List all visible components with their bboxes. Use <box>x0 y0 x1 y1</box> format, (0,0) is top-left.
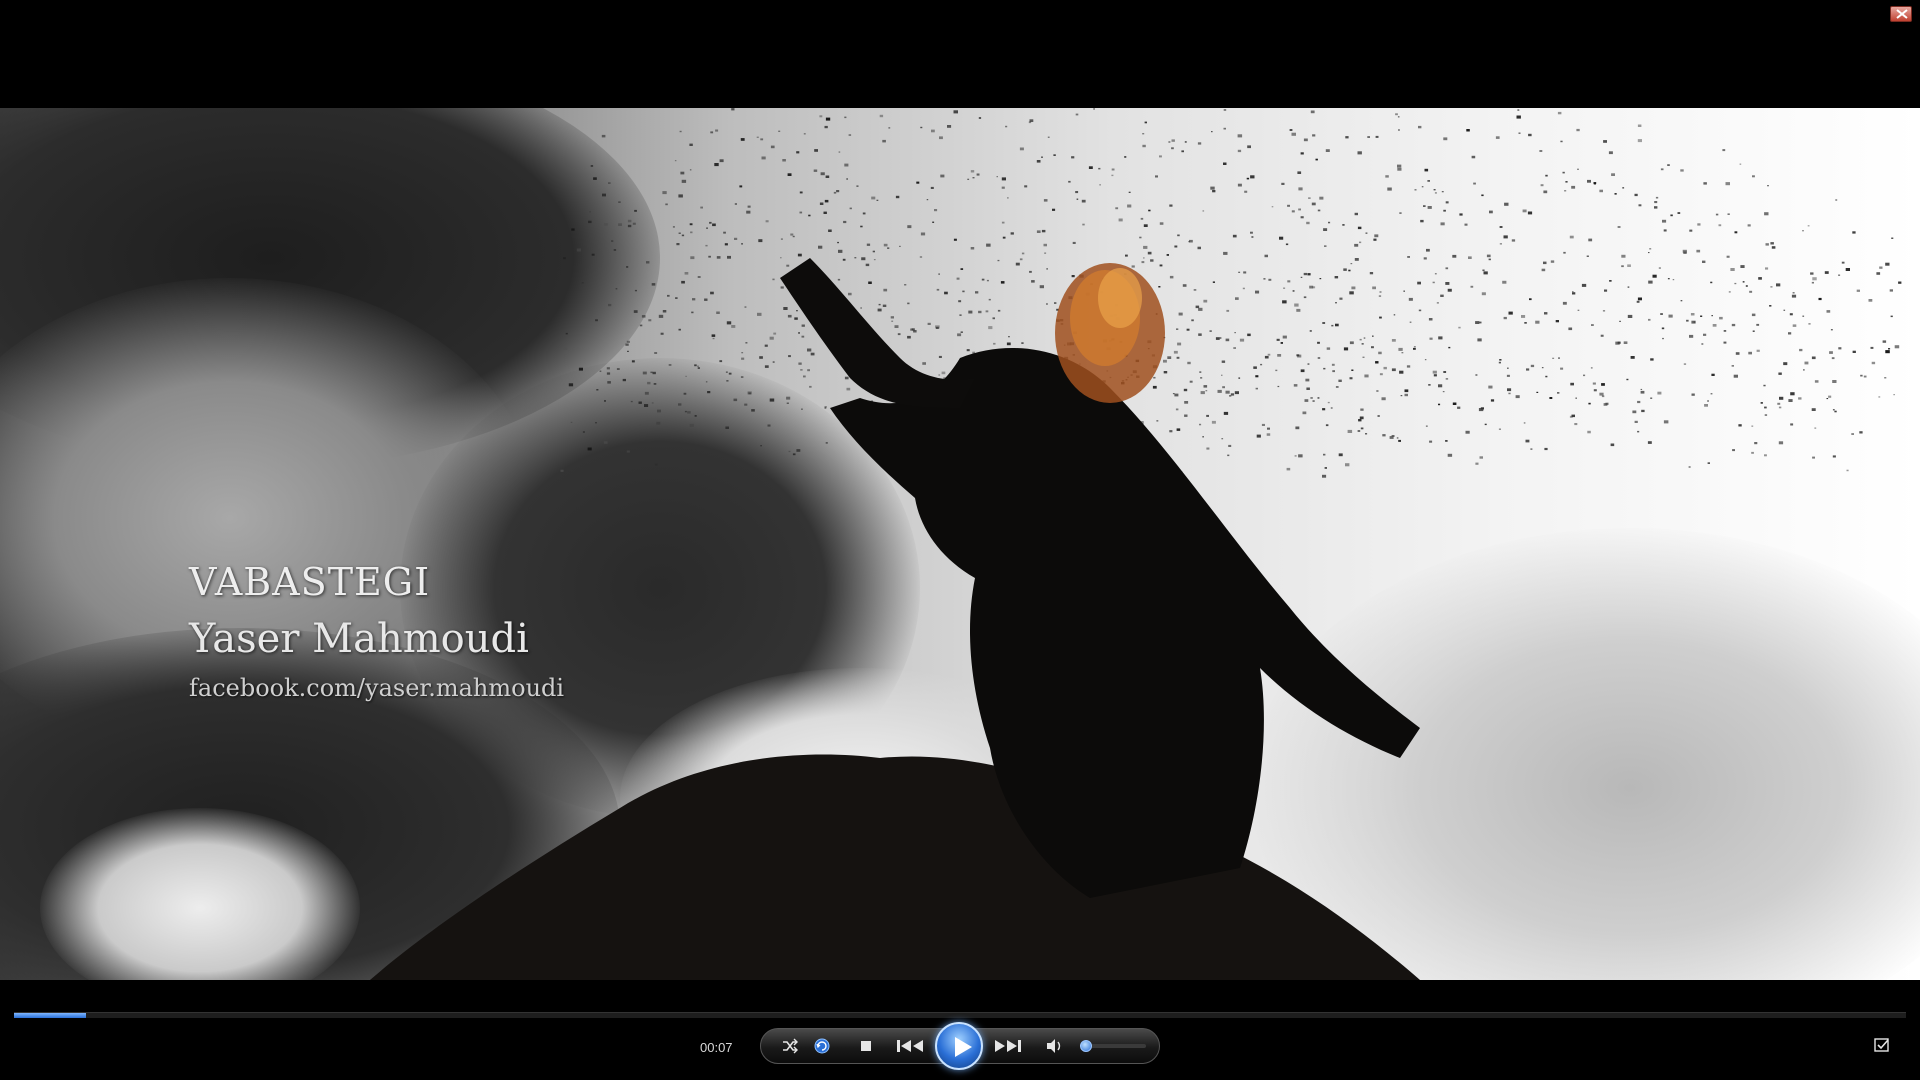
video-display[interactable]: VABASTEGI Yaser Mahmoudi facebook.com/ya… <box>0 108 1920 980</box>
video-overlay-artist: Yaser Mahmoudi <box>189 616 529 662</box>
stop-button[interactable] <box>856 1036 876 1056</box>
video-overlay-facebook: facebook.com/yaser.mahmoudi <box>189 674 565 702</box>
mute-button[interactable] <box>1044 1036 1064 1056</box>
next-button[interactable] <box>988 1032 1028 1060</box>
switch-to-library-button[interactable] <box>1874 1037 1890 1053</box>
close-button[interactable] <box>1890 6 1912 22</box>
dancer-silhouette <box>370 258 1420 980</box>
speaker-icon <box>1047 1039 1061 1053</box>
play-button[interactable] <box>935 1022 983 1070</box>
seek-bar[interactable] <box>14 1012 1906 1018</box>
shuffle-icon <box>783 1038 798 1054</box>
volume-slider[interactable] <box>1080 1040 1146 1052</box>
video-overlay-title: VABASTEGI <box>189 560 431 604</box>
close-icon <box>1896 9 1908 19</box>
repeat-button[interactable] <box>812 1036 832 1056</box>
media-player-window: VABASTEGI Yaser Mahmoudi facebook.com/ya… <box>0 0 1920 1080</box>
elapsed-time: 00:07 <box>700 1040 733 1055</box>
repeat-icon <box>814 1038 830 1054</box>
stop-icon <box>861 1041 871 1051</box>
shuffle-button[interactable] <box>780 1036 800 1056</box>
next-icon <box>995 1040 1021 1052</box>
play-icon <box>955 1037 972 1057</box>
switch-to-library-icon <box>1874 1038 1889 1052</box>
previous-button[interactable] <box>890 1032 930 1060</box>
previous-icon <box>897 1040 923 1052</box>
seek-progress <box>14 1013 86 1018</box>
